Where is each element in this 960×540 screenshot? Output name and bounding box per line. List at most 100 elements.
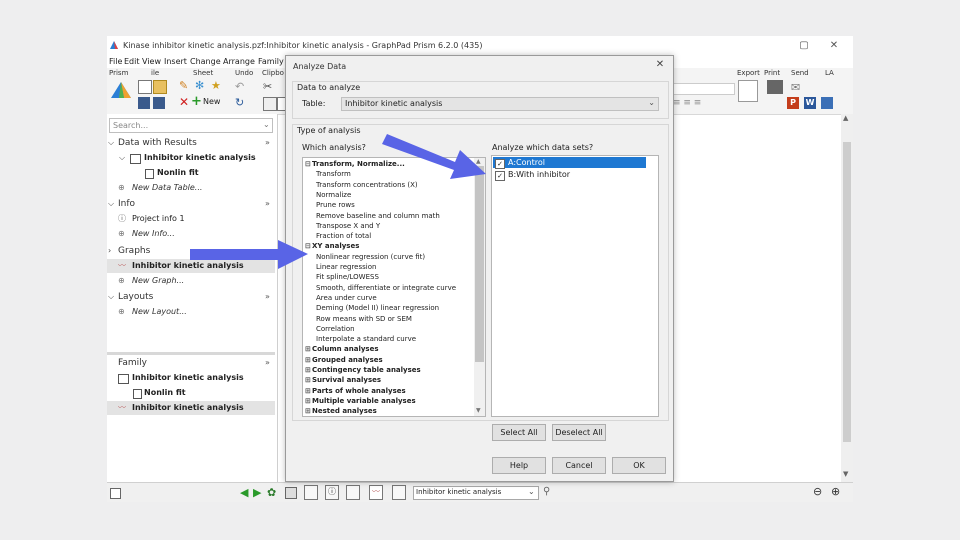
analysis-item[interactable]: Transpose X and Y <box>316 221 380 231</box>
view-toggle-icon[interactable] <box>110 488 121 499</box>
expand-icon[interactable]: ⊞ <box>305 375 312 385</box>
section-data-with-results[interactable]: ⌵ Data with Results » <box>107 136 275 150</box>
print-icon[interactable] <box>767 80 783 94</box>
tree-item-new-layout[interactable]: ⊕ New Layout... <box>107 305 275 319</box>
zoom-out-icon[interactable]: ⊖ <box>813 485 822 498</box>
scroll-thumb[interactable] <box>843 142 851 442</box>
family-item-nonlin-fit[interactable]: Nonlin fit <box>107 386 275 400</box>
save-as-icon[interactable] <box>153 97 165 109</box>
expand-icon[interactable]: ⊞ <box>305 396 312 406</box>
menu-arrange[interactable]: Arrange <box>223 57 255 66</box>
cancel-button[interactable]: Cancel <box>552 457 606 474</box>
previous-sheet-icon[interactable]: ◀ <box>240 486 248 499</box>
analysis-category[interactable]: ⊞Grouped analyses <box>305 355 383 365</box>
collapse-icon[interactable]: » <box>265 136 270 150</box>
paste-icon[interactable] <box>263 97 277 111</box>
sheet-tab-results[interactable] <box>346 485 360 500</box>
datasets-list[interactable]: ✓ A:Control ✓ B:With inhibitor <box>491 155 659 417</box>
menu-change[interactable]: Change <box>190 57 221 66</box>
powerpoint-icon[interactable]: P <box>787 97 799 109</box>
analysis-category[interactable]: ⊞Column analyses <box>305 344 379 354</box>
menu-insert[interactable]: Insert <box>164 57 187 66</box>
chevron-down-icon[interactable]: ⌵ <box>108 197 114 211</box>
email-icon[interactable]: ✉ <box>791 81 800 94</box>
expand-icon[interactable]: ⊞ <box>305 365 312 375</box>
menu-family[interactable]: Family <box>258 57 284 66</box>
analysis-item[interactable]: Remove baseline and column math <box>316 211 440 221</box>
pencil-icon[interactable]: ✎ <box>179 80 191 92</box>
close-window-icon[interactable]: ✕ <box>823 38 845 54</box>
sheet-tab-graph-icon[interactable]: 〰 <box>369 485 383 500</box>
zoom-in-icon[interactable]: ⊕ <box>831 485 840 498</box>
align-icon[interactable]: ≡ ≡ ≡ <box>673 98 701 108</box>
analysis-item[interactable]: Fraction of total <box>316 231 371 241</box>
pane-splitter[interactable] <box>107 352 275 355</box>
minimize-icon[interactable]: ▢ <box>793 38 815 54</box>
collapse-icon[interactable]: ⊟ <box>305 159 312 169</box>
next-sheet-icon[interactable]: ▶ <box>253 486 261 499</box>
deselect-all-button[interactable]: Deselect All <box>552 424 606 441</box>
analysis-item[interactable]: Fit spline/LOWESS <box>316 272 379 282</box>
analysis-item[interactable]: Smooth, differentiate or integrate curve <box>316 283 456 293</box>
cube-icon[interactable] <box>821 97 833 109</box>
wand-icon[interactable]: ★ <box>211 80 223 92</box>
analysis-category[interactable]: ⊟XY analyses <box>305 241 359 251</box>
analysis-item[interactable]: Prune rows <box>316 200 355 210</box>
dataset-checkbox[interactable]: ✓ <box>495 159 505 169</box>
close-icon[interactable]: ✕ <box>652 59 668 73</box>
analysis-item[interactable]: Deming (Model II) linear regression <box>316 303 439 313</box>
collapse-icon[interactable]: » <box>265 290 270 304</box>
scroll-up-icon[interactable]: ▲ <box>843 114 848 122</box>
sheet-scrollbar[interactable]: ▲ ▼ <box>841 114 853 482</box>
analysis-item[interactable]: Transform <box>316 169 351 179</box>
font-size-field[interactable] <box>673 83 735 95</box>
section-info[interactable]: ⌵ Info » <box>107 197 275 211</box>
save-icon[interactable] <box>138 97 150 109</box>
analysis-category[interactable]: ⊞Contingency table analyses <box>305 365 421 375</box>
collapse-icon[interactable]: » <box>265 197 270 211</box>
navigator-search-input[interactable]: Search... ⌄ <box>109 118 273 133</box>
analysis-category[interactable]: ⊞Multiple variable analyses <box>305 396 416 406</box>
sheet-select[interactable]: Inhibitor kinetic analysis ⌄ <box>413 486 539 500</box>
analysis-item[interactable]: Row means with SD or SEM <box>316 314 412 324</box>
word-icon[interactable]: W <box>804 97 816 109</box>
scroll-down-icon[interactable]: ▼ <box>843 470 848 478</box>
delete-sheet-icon[interactable]: ✕ <box>179 95 189 109</box>
table-select[interactable]: Inhibitor kinetic analysis ⌄ <box>341 97 659 111</box>
menu-edit[interactable]: Edit <box>124 57 140 66</box>
tree-item-data-table[interactable]: ⌵ Inhibitor kinetic analysis <box>107 151 275 165</box>
redo-icon[interactable]: ↻ <box>235 96 244 109</box>
sheet-tab-data[interactable] <box>304 485 318 500</box>
analysis-category[interactable]: ⊞Parts of whole analyses <box>305 386 406 396</box>
table-view-icon[interactable] <box>285 487 297 499</box>
undo-icon[interactable]: ↶ <box>235 80 244 93</box>
analysis-item[interactable]: Area under curve <box>316 293 377 303</box>
scroll-thumb[interactable] <box>475 166 484 362</box>
expand-icon[interactable]: ⊞ <box>305 386 312 396</box>
export-icon[interactable] <box>738 80 758 102</box>
chevron-right-icon[interactable]: › <box>108 244 111 258</box>
analysis-item[interactable]: Normalize <box>316 190 351 200</box>
chevron-down-icon[interactable]: ⌵ <box>108 136 114 150</box>
menu-file[interactable]: File <box>109 57 122 66</box>
menu-view[interactable]: View <box>142 57 161 66</box>
gear-icon[interactable]: ✻ <box>195 80 207 92</box>
chevron-down-icon[interactable]: ⌄ <box>263 120 270 129</box>
analysis-item[interactable]: Nonlinear regression (curve fit) <box>316 252 425 262</box>
chevron-down-icon[interactable]: ⌵ <box>108 290 114 304</box>
cut-icon[interactable]: ✂ <box>263 80 272 93</box>
section-layouts[interactable]: ⌵ Layouts » <box>107 290 275 304</box>
tree-item-project-info[interactable]: ⓘ Project info 1 <box>107 212 275 226</box>
expand-icon[interactable]: ⊞ <box>305 344 312 354</box>
link-icon[interactable]: ⚲ <box>543 486 550 497</box>
analysis-item[interactable]: Interpolate a standard curve <box>316 334 416 344</box>
analysis-list[interactable]: ⊟Transform, Normalize... Transform Transfo… <box>302 157 486 417</box>
sheet-tab-info-icon[interactable]: ⓘ <box>325 485 339 500</box>
analysis-list-scrollbar[interactable]: ▲ ▼ <box>474 158 485 416</box>
expand-icon[interactable]: ⊞ <box>305 406 312 416</box>
family-item-graph[interactable]: 〰 Inhibitor kinetic analysis <box>107 401 275 415</box>
chevron-down-icon[interactable]: ⌵ <box>119 151 125 165</box>
expand-icon[interactable]: ⊞ <box>305 355 312 365</box>
analysis-item[interactable]: Correlation <box>316 324 355 334</box>
sheet-tab-layout[interactable] <box>392 485 406 500</box>
